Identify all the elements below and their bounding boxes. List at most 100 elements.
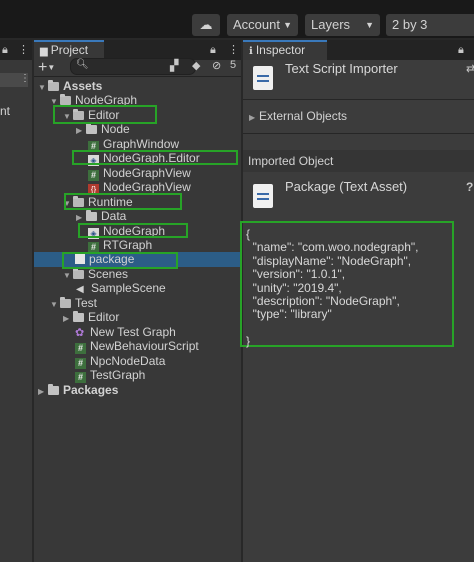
tree-item-data[interactable]: ▶ Data bbox=[76, 209, 126, 223]
highlight-box-editor bbox=[53, 105, 157, 124]
more-icon[interactable]: ⋮ bbox=[18, 40, 29, 60]
folder-icon bbox=[86, 123, 97, 134]
folder-icon bbox=[73, 311, 84, 322]
folder-open-icon bbox=[60, 297, 71, 308]
tree-item-nodegraphview-style[interactable]: {} NodeGraphView bbox=[88, 180, 191, 195]
tab-project-label: Project bbox=[50, 43, 89, 57]
tree-label: NewBehaviourScript bbox=[90, 339, 199, 353]
tree-label: SampleScene bbox=[91, 281, 166, 295]
external-objects-foldout[interactable]: ▶ External Objects bbox=[249, 109, 347, 123]
json-line: "unity": "2019.4", bbox=[246, 280, 342, 295]
filter-type-icon[interactable]: ▞ bbox=[170, 59, 178, 72]
json-line: "version": "1.0.1", bbox=[246, 267, 346, 282]
tab-inspector[interactable]: ℹ Inspector bbox=[243, 40, 327, 60]
tree-item-test-editor[interactable]: ▶ Editor bbox=[63, 310, 119, 324]
divider bbox=[243, 133, 474, 134]
tree-label: Packages bbox=[63, 383, 119, 397]
folder-icon bbox=[48, 384, 59, 395]
help-icon[interactable]: ? bbox=[466, 180, 473, 194]
cloud-button[interactable]: ☁ bbox=[192, 14, 220, 36]
lock-icon[interactable]: 🔒︎ bbox=[2, 40, 8, 60]
tree-label: Node bbox=[101, 122, 130, 136]
csharp-script-icon: # bbox=[75, 343, 86, 354]
cloud-icon: ☁ bbox=[199, 17, 213, 32]
label-icon[interactable]: ◆ bbox=[192, 59, 200, 72]
hierarchy-search[interactable]: ⋮ bbox=[0, 73, 30, 87]
hierarchy-tabbar: 🔒︎ ⋮ bbox=[0, 40, 32, 60]
caret-down-icon: ▼ bbox=[365, 20, 374, 30]
folder-open-icon bbox=[73, 268, 84, 279]
lock-icon[interactable]: 🔒︎ bbox=[458, 40, 464, 60]
hidden-count: 5 bbox=[230, 59, 237, 71]
more-icon[interactable]: ⋮ bbox=[228, 40, 239, 60]
account-dropdown[interactable]: Account ▼ bbox=[227, 14, 298, 36]
tree-item-rtgraph[interactable]: # RTGraph bbox=[88, 238, 153, 253]
add-icon: + bbox=[38, 59, 48, 76]
search-icon: 🔍︎ bbox=[76, 59, 89, 70]
tab-project[interactable]: ▆ Project bbox=[34, 40, 104, 60]
folder-icon: ▆ bbox=[40, 46, 48, 57]
tree-label: Test bbox=[75, 296, 98, 310]
folder-icon bbox=[86, 210, 97, 221]
collapse-arrow-icon[interactable]: ▶ bbox=[76, 124, 86, 138]
json-line: "displayName": "NodeGraph", bbox=[246, 253, 412, 268]
scriptable-object-icon: ✿ bbox=[75, 327, 85, 339]
tree-item-test[interactable]: ▼ Test bbox=[50, 296, 97, 310]
tree-item-samplescene[interactable]: ◀ SampleScene bbox=[76, 281, 166, 295]
tree-label: GraphWindow bbox=[103, 137, 180, 151]
tree-label: RTGraph bbox=[103, 238, 153, 252]
json-line: "type": "library" bbox=[246, 307, 332, 322]
settings-icon[interactable]: ⇄ bbox=[466, 62, 474, 75]
project-tabbar: ▆ Project 🔒︎ ⋮ bbox=[34, 40, 241, 60]
inspector-tabbar: ℹ Inspector 🔒︎ bbox=[243, 40, 474, 60]
caret-down-icon: ▼ bbox=[283, 20, 292, 30]
highlight-box-nodegraph-asm bbox=[78, 223, 188, 238]
account-label: Account bbox=[233, 17, 280, 32]
tree-item-packages[interactable]: ▶ Packages bbox=[38, 383, 118, 397]
highlight-box-nodegraph-editor bbox=[72, 150, 238, 165]
layers-label: Layers bbox=[311, 17, 351, 32]
tree-item-new-test-graph[interactable]: ✿ New Test Graph bbox=[75, 325, 176, 339]
highlight-box-package bbox=[62, 252, 178, 269]
tree-label: TestGraph bbox=[90, 368, 146, 382]
lock-icon[interactable]: 🔒︎ bbox=[210, 40, 216, 60]
importer-title: Text Script Importer bbox=[285, 61, 398, 76]
package-json-preview: { "name": "com.woo.nodegraph", "displayN… bbox=[246, 227, 418, 349]
main-toolbar: ☁ Account ▼ Layers ▼ 2 by 3 bbox=[0, 0, 474, 38]
expand-arrow-icon[interactable]: ▼ bbox=[50, 298, 60, 312]
scene-icon: ◀ bbox=[76, 284, 84, 295]
tree-item-newbehaviourscript[interactable]: # NewBehaviourScript bbox=[75, 339, 199, 354]
collapse-arrow-icon[interactable]: ▶ bbox=[63, 312, 73, 326]
caret-down-icon: ▼ bbox=[47, 63, 56, 72]
tree-item-assets[interactable]: ▼ Assets bbox=[38, 79, 102, 93]
layout-label: 2 by 3 bbox=[392, 17, 428, 32]
text-asset-icon bbox=[253, 184, 273, 208]
hierarchy-row-fragment[interactable]: nt bbox=[0, 104, 10, 118]
tree-item-nodegraphview-script[interactable]: # NodeGraphView bbox=[88, 166, 191, 181]
tree-item-graphwindow[interactable]: # GraphWindow bbox=[88, 137, 180, 152]
tree-label: NpcNodeData bbox=[90, 354, 166, 368]
tab-inspector-label: Inspector bbox=[255, 43, 306, 57]
asset-title: Package (Text Asset) bbox=[285, 179, 408, 194]
layers-dropdown[interactable]: Layers ▼ bbox=[305, 14, 380, 36]
add-button[interactable]: +▼ bbox=[38, 59, 55, 77]
json-line bbox=[246, 322, 418, 335]
info-icon: ℹ bbox=[249, 46, 253, 57]
layout-dropdown[interactable]: 2 by 3 bbox=[386, 14, 474, 36]
dropdown-icon: ⋮ bbox=[20, 73, 30, 84]
tree-item-node[interactable]: ▶ Node bbox=[76, 122, 130, 136]
tree-item-scenes[interactable]: ▼ Scenes bbox=[63, 267, 128, 281]
folder-open-icon bbox=[48, 80, 59, 91]
collapse-arrow-icon[interactable]: ▶ bbox=[38, 385, 48, 399]
expand-arrow-icon[interactable]: ▼ bbox=[63, 269, 73, 283]
expand-arrow-icon[interactable]: ▼ bbox=[38, 81, 48, 95]
tree-label: NodeGraphView bbox=[103, 180, 191, 194]
hierarchy-panel: 🔒︎ ⋮ ⋮ nt bbox=[0, 40, 32, 562]
tree-label: New Test Graph bbox=[90, 325, 176, 339]
collapse-arrow-icon: ▶ bbox=[249, 113, 256, 122]
imported-object-label: Imported Object bbox=[248, 154, 334, 168]
hidden-eye-icon[interactable]: ⊘ bbox=[212, 59, 221, 72]
tree-item-testgraph[interactable]: # TestGraph bbox=[75, 368, 146, 383]
tree-item-npcnodedata[interactable]: # NpcNodeData bbox=[75, 354, 166, 369]
divider bbox=[34, 76, 241, 77]
